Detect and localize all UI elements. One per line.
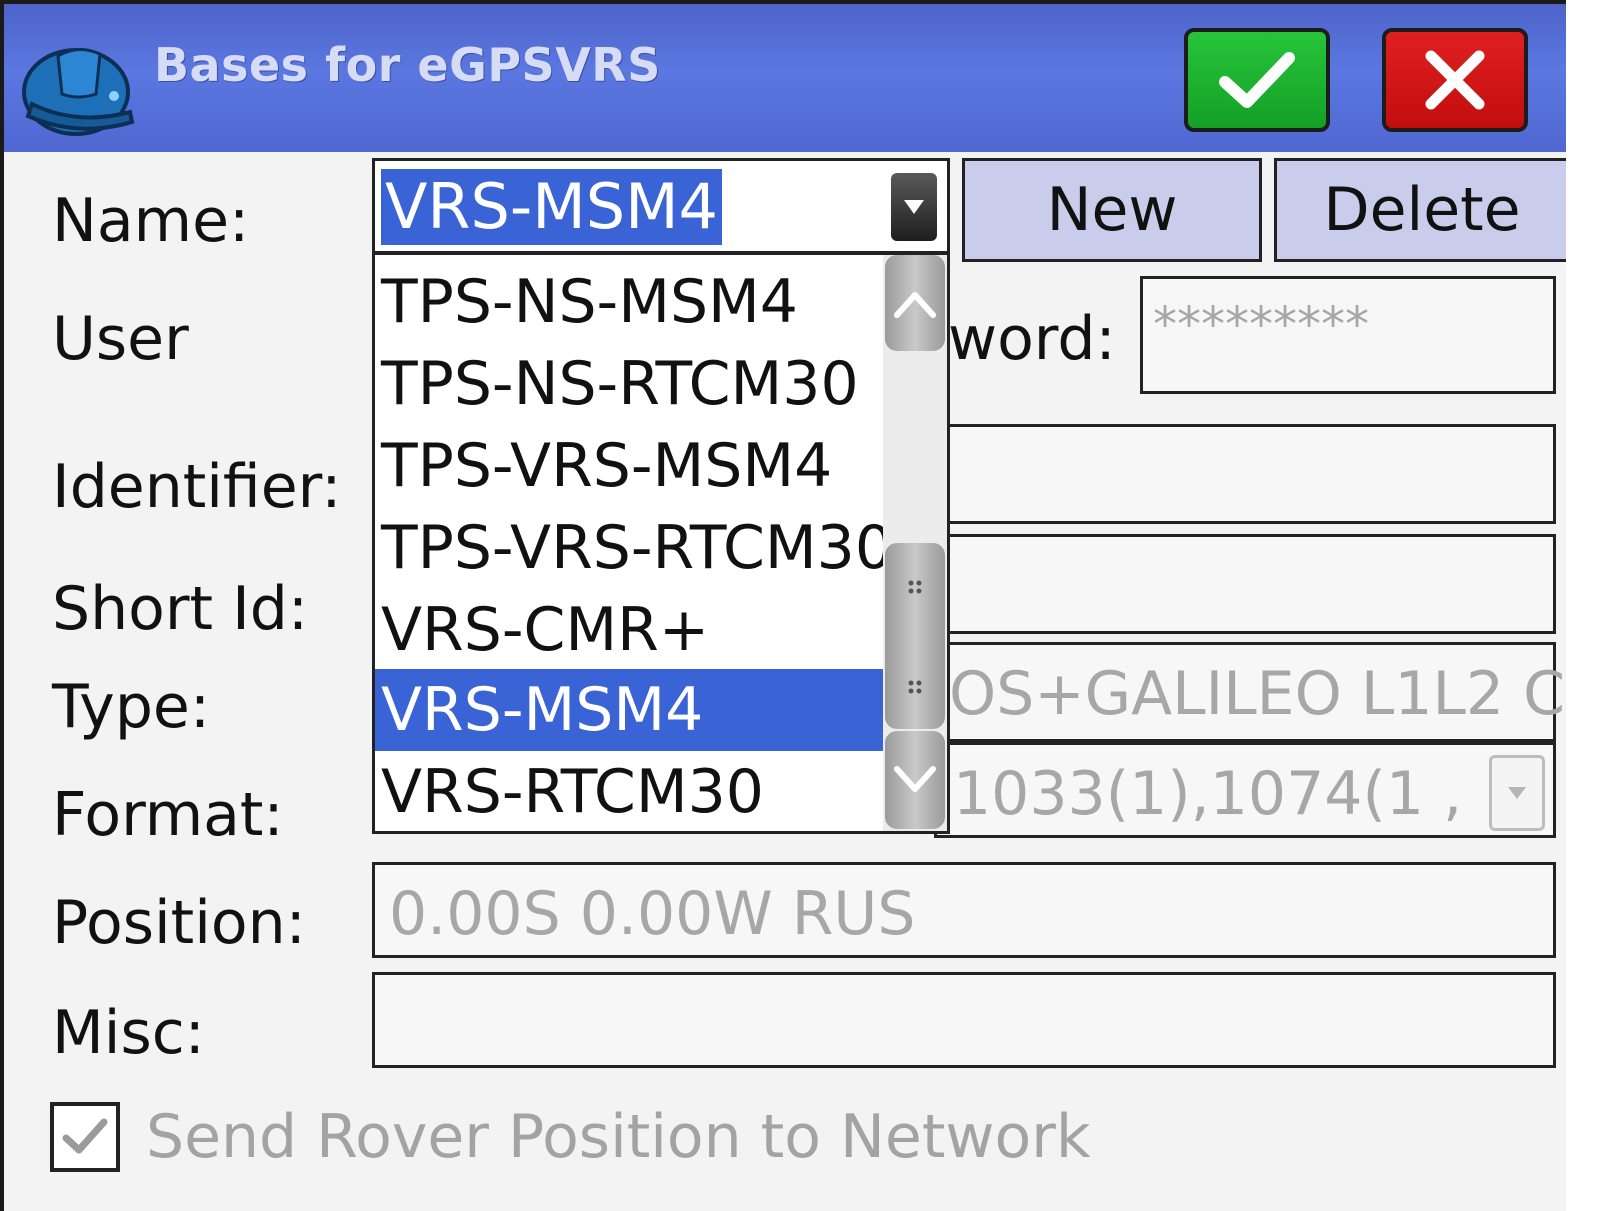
- hard-hat-icon: [22, 48, 135, 136]
- dialog-window: Bases for eGPSVRS Name: User Identifier:…: [0, 0, 1566, 1211]
- checkmark-icon: [1219, 52, 1295, 108]
- checkmark-icon: [62, 1118, 108, 1154]
- label-type: Type:: [52, 672, 211, 742]
- type-value: OS+GALILEO L1L2 C: [949, 659, 1566, 729]
- scroll-down-button[interactable]: [885, 731, 945, 829]
- chevron-down-icon: [894, 766, 936, 792]
- dropdown-item[interactable]: TPS-VRS-MSM4: [375, 425, 883, 507]
- type-field[interactable]: OS+GALILEO L1L2 C: [934, 642, 1565, 742]
- scroll-thumb[interactable]: [885, 543, 945, 729]
- window-title: Bases for eGPSVRS: [154, 38, 661, 92]
- ok-button[interactable]: [1184, 28, 1330, 132]
- misc-field[interactable]: [372, 972, 1556, 1068]
- label-name: Name:: [52, 186, 250, 256]
- name-combobox[interactable]: VRS-MSM4: [372, 158, 950, 254]
- title-bar: Bases for eGPSVRS: [4, 4, 1566, 152]
- label-position: Position:: [52, 888, 306, 958]
- scroll-up-button[interactable]: [885, 255, 945, 351]
- dropdown-item[interactable]: TPS-VRS-RTCM30: [375, 507, 883, 589]
- dropdown-item[interactable]: TPS-NS-RTCM30: [375, 343, 883, 425]
- password-field[interactable]: *********: [1140, 276, 1556, 394]
- close-icon: [1425, 50, 1485, 110]
- new-button[interactable]: New: [962, 158, 1262, 262]
- identifier-field[interactable]: [934, 424, 1556, 524]
- format-dropdown-arrow-icon[interactable]: [1489, 755, 1545, 831]
- dropdown-arrow-icon[interactable]: [891, 173, 937, 241]
- position-field[interactable]: 0.00S 0.00W RUS: [372, 862, 1556, 958]
- format-value: 1033(1),1074(1 ,: [953, 759, 1463, 829]
- label-password: word:: [948, 304, 1116, 374]
- dropdown-item[interactable]: VRS-RTCM30: [375, 751, 883, 831]
- short-id-field[interactable]: [934, 534, 1556, 634]
- format-combobox[interactable]: 1033(1),1074(1 ,: [934, 742, 1556, 838]
- cancel-button[interactable]: [1382, 28, 1528, 132]
- label-misc: Misc:: [52, 998, 205, 1068]
- name-combobox-value: VRS-MSM4: [381, 169, 723, 245]
- send-rover-position-label: Send Rover Position to Network: [146, 1102, 1091, 1172]
- label-format: Format:: [52, 780, 284, 850]
- send-rover-position-checkbox[interactable]: [50, 1102, 120, 1172]
- dropdown-item[interactable]: TPS-NS-MSM4: [375, 261, 883, 343]
- position-value: 0.00S 0.00W RUS: [389, 879, 916, 949]
- dropdown-item-selected[interactable]: VRS-MSM4: [375, 669, 883, 751]
- password-value: *********: [1153, 297, 1369, 353]
- label-short-id: Short Id:: [52, 574, 309, 644]
- label-identifier: Identifier:: [52, 452, 342, 522]
- grip-icon: [908, 580, 922, 694]
- delete-button[interactable]: Delete: [1274, 158, 1566, 262]
- name-dropdown-list: TPS-NS-MSM4 TPS-NS-RTCM30 TPS-VRS-MSM4 T…: [372, 252, 950, 834]
- label-user: User: [52, 304, 189, 374]
- chevron-up-icon: [894, 292, 936, 318]
- dropdown-item[interactable]: VRS-CMR+: [375, 589, 883, 671]
- dropdown-scrollbar[interactable]: [883, 255, 947, 831]
